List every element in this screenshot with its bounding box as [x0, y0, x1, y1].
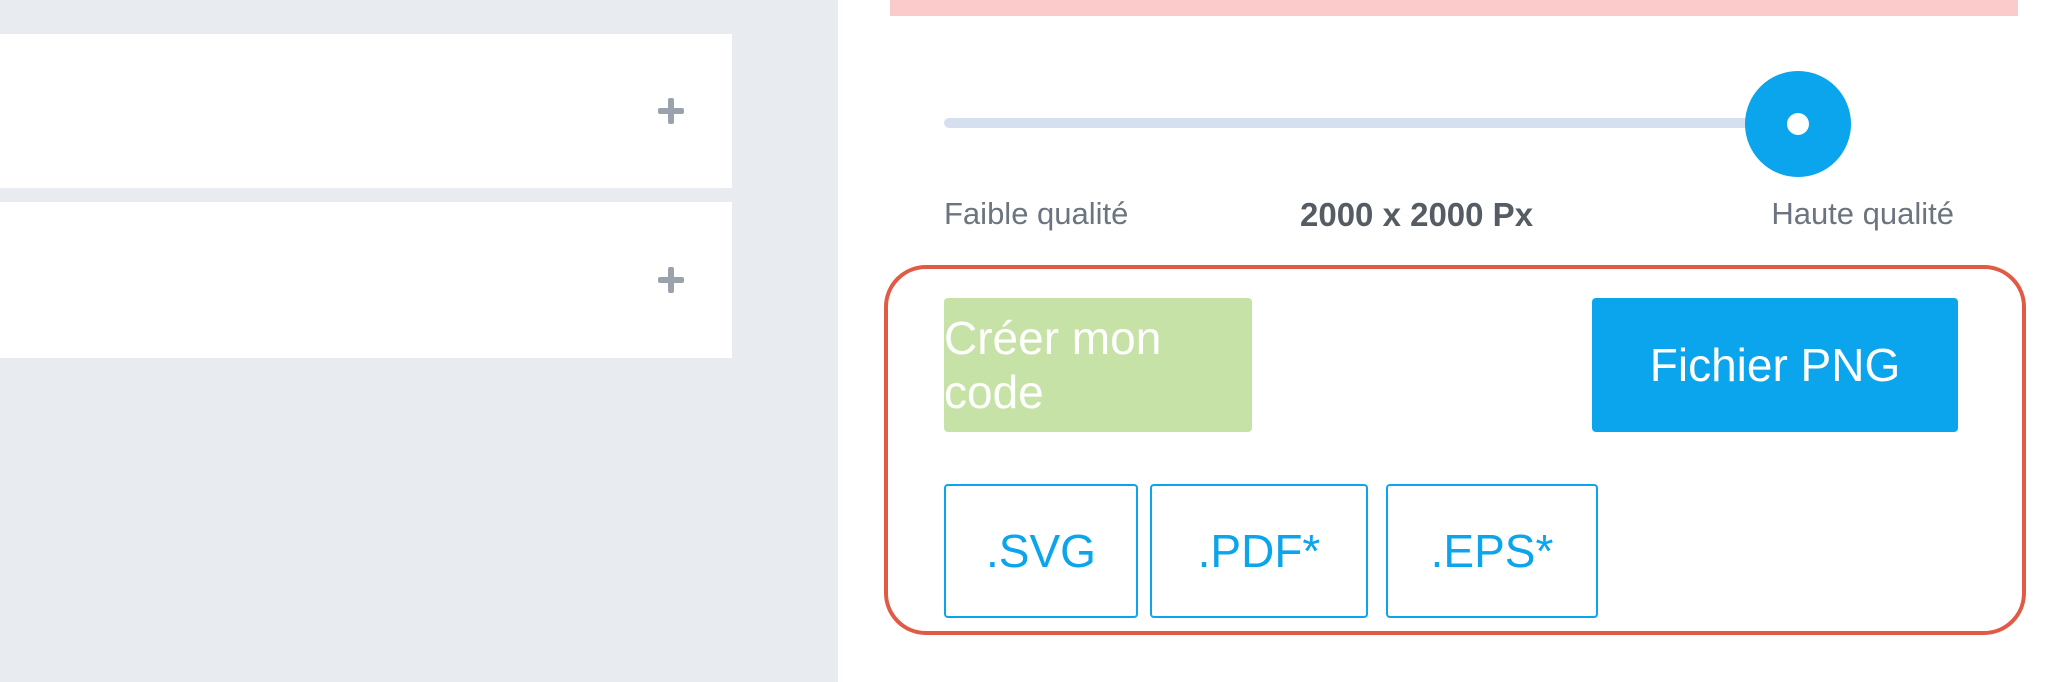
png-download-button[interactable]: Fichier PNG — [1592, 298, 1958, 432]
quality-labels: Faible qualité 2000 x 2000 Px Haute qual… — [944, 196, 1954, 236]
eps-download-button[interactable]: .EPS* — [1386, 484, 1598, 618]
quality-slider-track[interactable] — [944, 118, 1764, 128]
quality-slider-thumb[interactable] — [1746, 72, 1850, 176]
alert-bar — [890, 0, 2018, 16]
svg-download-button[interactable]: .SVG — [944, 484, 1138, 618]
right-panel: Faible qualité 2000 x 2000 Px Haute qual… — [838, 0, 2048, 682]
high-quality-label: Haute qualité — [1771, 196, 1954, 231]
low-quality-label: Faible qualité — [944, 196, 1129, 231]
image-size-label: 2000 x 2000 Px — [1300, 196, 1534, 233]
create-code-button[interactable]: Créer mon code — [944, 298, 1252, 432]
plus-icon[interactable] — [658, 98, 684, 124]
accordion-item[interactable] — [0, 202, 732, 358]
pdf-download-button[interactable]: .PDF* — [1150, 484, 1368, 618]
plus-icon[interactable] — [658, 267, 684, 293]
accordion-item[interactable] — [0, 34, 732, 188]
left-panel — [0, 0, 838, 682]
